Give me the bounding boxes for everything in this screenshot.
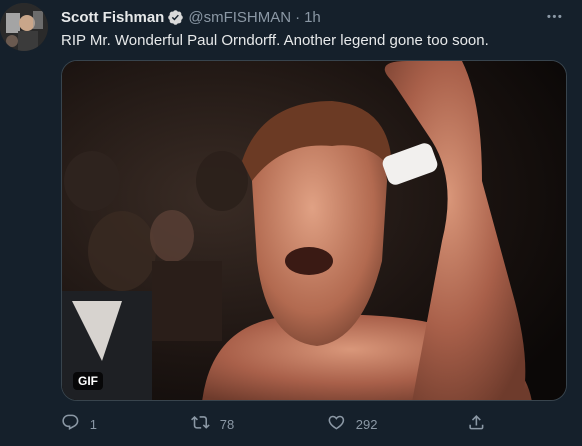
avatar-image <box>0 3 48 51</box>
like-button[interactable]: 292 <box>327 412 377 436</box>
retweet-icon <box>191 413 210 435</box>
tweet-text: RIP Mr. Wonderful Paul Orndorff. Another… <box>61 32 489 49</box>
more-options-icon[interactable] <box>544 6 564 26</box>
tweet-media-gif[interactable]: GIF <box>61 60 567 401</box>
reply-count: 1 <box>89 416 97 432</box>
reply-icon <box>61 413 80 435</box>
share-button[interactable] <box>467 412 486 436</box>
avatar[interactable] <box>0 3 48 51</box>
like-count: 292 <box>355 416 378 432</box>
tweet-header: Scott Fishman @smFISHMAN · 1h <box>61 7 321 27</box>
tweet-timestamp[interactable]: 1h <box>304 9 321 26</box>
retweet-count: 78 <box>219 416 235 432</box>
author-handle[interactable]: @smFISHMAN <box>188 9 291 26</box>
verified-badge-icon <box>167 9 184 26</box>
separator-dot: · <box>295 8 301 26</box>
like-icon <box>327 413 346 435</box>
gif-image <box>62 61 566 400</box>
reply-button[interactable]: 1 <box>61 412 97 436</box>
author-name[interactable]: Scott Fishman <box>61 9 164 26</box>
retweet-button[interactable]: 78 <box>191 412 234 436</box>
share-icon <box>467 413 486 435</box>
tweet-card[interactable]: Scott Fishman @smFISHMAN · 1h RIP Mr. Wo… <box>0 0 582 446</box>
gif-badge: GIF <box>73 372 103 390</box>
tweet-actions: 1 78 292 <box>61 412 561 436</box>
